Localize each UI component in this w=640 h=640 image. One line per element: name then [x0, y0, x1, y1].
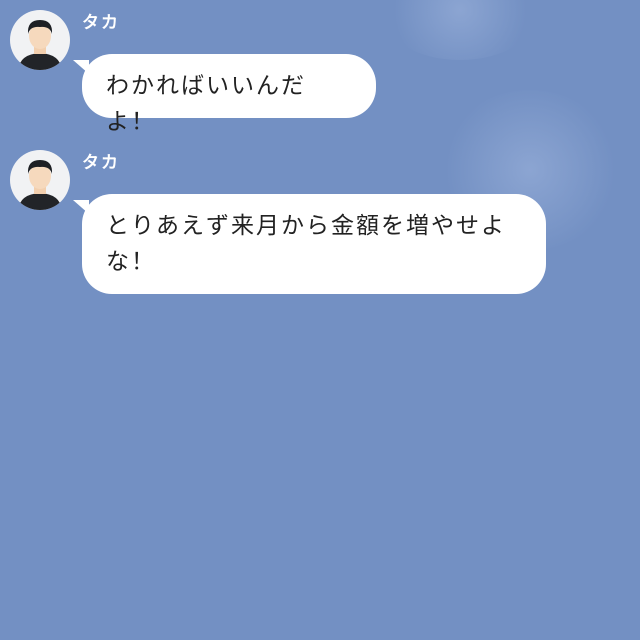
chat-screen: タカ わかればいいんだよ！ タカ とりあえず来月から金額を増やせよ な！	[0, 0, 640, 640]
message-bubble[interactable]: とりあえず来月から金額を増やせよ な！	[73, 194, 546, 294]
person-avatar-icon[interactable]	[10, 150, 70, 210]
sender-name: タカ	[82, 13, 120, 33]
background-glow	[380, 0, 540, 60]
message-text: とりあえず来月から金額を増やせよ な！	[106, 213, 506, 275]
message-bubble[interactable]: わかればいいんだよ！	[73, 54, 376, 135]
person-avatar-icon[interactable]	[10, 10, 70, 70]
bubble-tail	[73, 60, 89, 74]
sender-name: タカ	[82, 153, 120, 173]
bubble-tail	[73, 200, 89, 214]
message-text: わかればいいんだよ！	[106, 73, 306, 135]
